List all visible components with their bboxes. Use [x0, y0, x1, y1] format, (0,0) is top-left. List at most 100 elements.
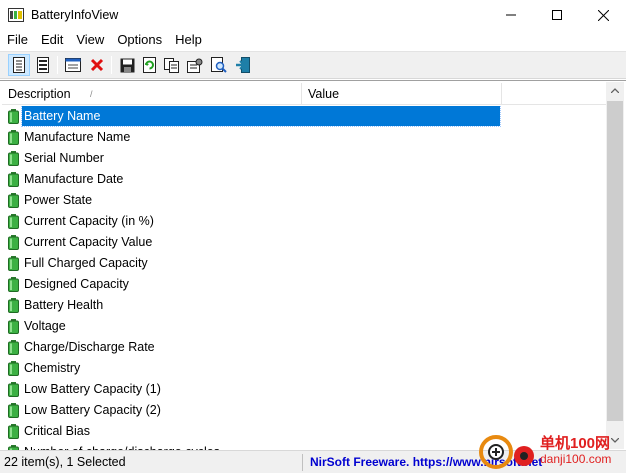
list-item[interactable]: Battery Health — [2, 295, 502, 316]
html-report-button[interactable] — [62, 54, 84, 76]
exit-button[interactable] — [232, 54, 254, 76]
title-bar: BatteryInfoView — [0, 0, 626, 30]
menu-help[interactable]: Help — [168, 30, 208, 50]
window-title: BatteryInfoView — [31, 8, 119, 22]
copy-icon — [164, 57, 179, 73]
scrollbar-thumb[interactable] — [607, 101, 623, 421]
list-view-icon — [37, 57, 49, 73]
battery-icon — [8, 235, 19, 250]
properties-button[interactable] — [184, 54, 206, 76]
properties-icon — [187, 58, 203, 73]
battery-icon — [8, 214, 19, 229]
battery-icon — [8, 151, 19, 166]
menu-options[interactable]: Options — [110, 30, 168, 50]
battery-icon — [8, 361, 19, 376]
find-icon — [211, 57, 227, 73]
item-count-status: 22 item(s), 1 Selected — [4, 455, 126, 469]
column-header-description[interactable]: Description — [2, 83, 302, 105]
exit-icon — [236, 57, 250, 73]
column-header-value[interactable]: Value — [302, 83, 502, 105]
battery-icon — [8, 193, 19, 208]
list-item-label: Full Charged Capacity — [24, 256, 148, 270]
list-header: Description / Value — [2, 83, 606, 105]
list-item-label: Voltage — [24, 319, 66, 333]
battery-icon — [8, 319, 19, 334]
list-item[interactable]: Voltage — [2, 316, 502, 337]
battery-icon — [8, 382, 19, 397]
close-icon — [597, 9, 609, 21]
battery-icon — [8, 109, 19, 124]
list-item[interactable]: Battery Name — [2, 106, 502, 127]
toolbar — [0, 51, 626, 79]
menu-edit[interactable]: Edit — [34, 30, 69, 50]
delete-icon — [90, 58, 104, 72]
list-item[interactable]: Chemistry — [2, 358, 502, 379]
maximize-button[interactable] — [534, 0, 580, 30]
save-button[interactable] — [116, 54, 138, 76]
refresh-button[interactable] — [138, 54, 160, 76]
list-item-label: Current Capacity Value — [24, 235, 153, 249]
list-item-label: Manufacture Name — [24, 130, 131, 144]
refresh-icon — [142, 57, 156, 73]
watermark-url: danji100.com — [540, 452, 612, 466]
watermark-logo: 单机100网 danji100.com — [476, 428, 626, 473]
battery-icon — [8, 340, 19, 355]
minimize-button[interactable] — [488, 0, 534, 30]
list-item-label: Number of charge/discharge cycles — [22, 442, 222, 450]
list-item-label: Low Battery Capacity (1) — [24, 382, 161, 396]
list-item[interactable]: Full Charged Capacity — [2, 253, 502, 274]
list-item-label: Power State — [24, 193, 93, 207]
menu-file[interactable]: File — [0, 30, 34, 50]
list-item-label: Chemistry — [24, 361, 81, 375]
minimize-icon — [506, 14, 516, 16]
status-divider — [302, 454, 303, 471]
list-rows: Battery Name Manufacture Name Serial Numbe… — [2, 106, 606, 450]
list-item[interactable]: Critical Bias — [2, 421, 502, 442]
watermark-icon — [479, 435, 534, 469]
list-item-label: Critical Bias — [24, 424, 90, 438]
battery-icon — [8, 298, 19, 313]
list-item[interactable]: Charge/Discharge Rate — [2, 337, 502, 358]
properties-view-button[interactable] — [8, 54, 30, 76]
battery-icon — [8, 277, 19, 292]
watermark-text: 单机100网 — [540, 435, 611, 452]
battery-icon — [8, 424, 19, 439]
properties-view-icon — [13, 57, 25, 73]
list-item-label: Designed Capacity — [24, 277, 129, 291]
battery-icon — [8, 403, 19, 418]
delete-button[interactable] — [86, 54, 108, 76]
list-item[interactable]: Manufacture Name — [2, 127, 502, 148]
menu-bar: File Edit View Options Help — [0, 30, 626, 50]
list-item-label: Current Capacity (in %) — [24, 214, 154, 228]
list-item[interactable]: Designed Capacity — [2, 274, 502, 295]
list-item-label: Manufacture Date — [24, 172, 124, 186]
scroll-up-button[interactable] — [606, 82, 624, 99]
save-icon — [120, 58, 134, 72]
list-item[interactable]: Serial Number — [2, 148, 502, 169]
battery-info-list[interactable]: Description / Value Battery Name Manufact… — [0, 80, 626, 450]
list-item[interactable]: Manufacture Date — [2, 169, 502, 190]
list-item[interactable]: Low Battery Capacity (2) — [2, 400, 502, 421]
battery-icon — [8, 130, 19, 145]
battery-icon — [8, 172, 19, 187]
copy-button[interactable] — [161, 54, 183, 76]
list-item-label: Battery Name — [21, 106, 501, 127]
maximize-icon — [552, 10, 562, 20]
list-item[interactable]: Current Capacity (in %) — [2, 211, 502, 232]
list-item[interactable]: Power State — [2, 190, 502, 211]
menu-view[interactable]: View — [69, 30, 110, 50]
list-item[interactable]: Low Battery Capacity (1) — [2, 379, 502, 400]
battery-icon — [8, 256, 19, 271]
list-view-button[interactable] — [32, 54, 54, 76]
list-item-label: Battery Health — [24, 298, 104, 312]
chevron-up-icon — [611, 88, 619, 93]
list-item[interactable]: Number of charge/discharge cycles — [2, 442, 502, 450]
html-report-icon — [65, 58, 81, 72]
list-item[interactable]: Current Capacity Value — [2, 232, 502, 253]
close-button[interactable] — [580, 0, 626, 30]
find-button[interactable] — [208, 54, 230, 76]
list-item-label: Charge/Discharge Rate — [24, 340, 155, 354]
vertical-scrollbar[interactable] — [606, 82, 624, 449]
sort-indicator-icon: / — [90, 89, 93, 99]
list-item-label: Serial Number — [24, 151, 104, 165]
